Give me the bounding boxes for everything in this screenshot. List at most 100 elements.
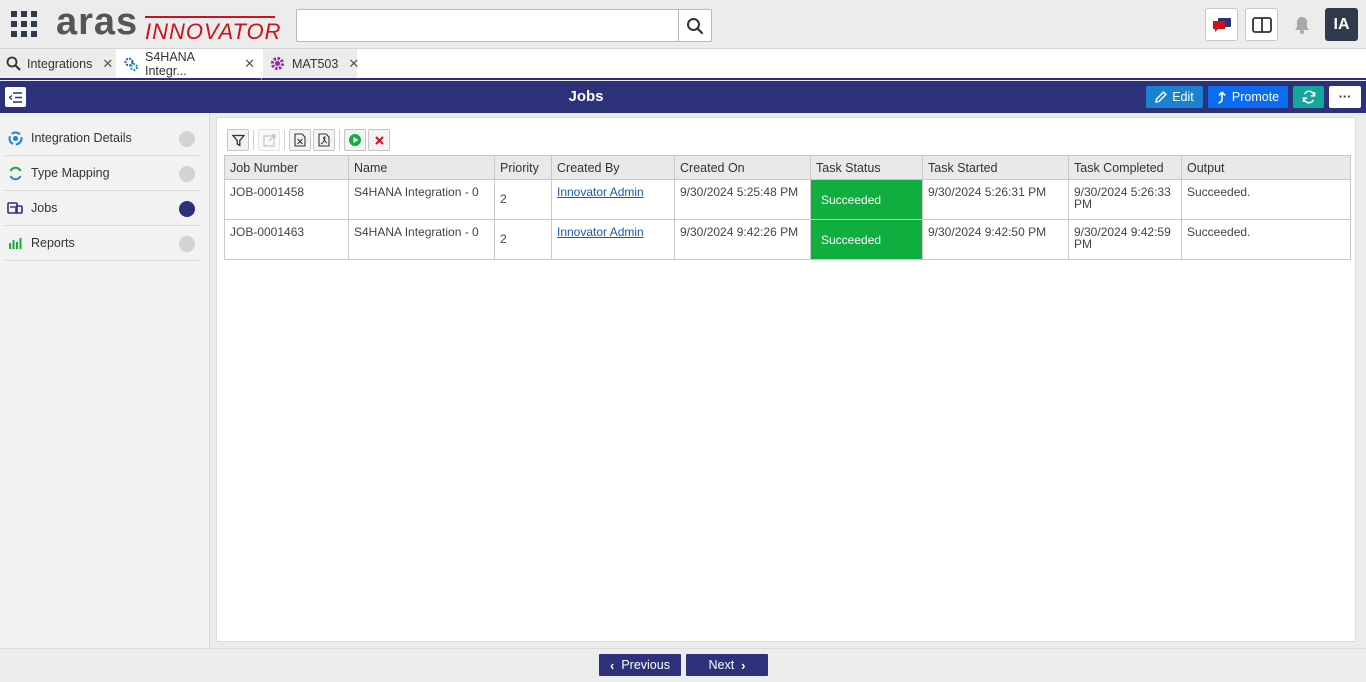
sidebar-item-label: Type Mapping [31,166,110,180]
pdf-file-icon [318,133,330,147]
close-icon[interactable]: ✕ [348,56,359,72]
sidebar-item-integration-details[interactable]: Integration Details [5,121,199,156]
close-icon [374,135,384,145]
edit-button[interactable]: Edit [1146,86,1203,108]
sync-circle-icon [9,166,21,180]
status-dot [179,201,195,217]
column-header[interactable]: Task Started [922,155,1069,180]
priority-cell: 2 [494,219,552,260]
pencil-icon [1155,91,1168,103]
chevron-left-icon: ‹ [610,657,615,673]
global-search-input[interactable] [296,9,680,42]
grid-toolbar [227,128,392,152]
table-header-row: Job Number Name Priority Created By Crea… [224,155,1351,180]
refresh-button[interactable] [1293,86,1324,108]
sidebar-item-type-mapping[interactable]: Type Mapping [5,156,199,191]
priority-cell: 2 [494,179,552,220]
promote-button[interactable]: Promote [1208,86,1288,108]
name-cell: S4HANA Integration - 0 [348,179,495,220]
previous-button[interactable]: ‹ Previous [599,654,681,676]
promote-arrow-icon [1218,90,1226,104]
cycle-icon [8,131,22,145]
task-started-cell: 9/30/2024 5:26:31 PM [922,179,1069,220]
run-job-button[interactable] [344,129,366,151]
edit-label: Edit [1172,90,1194,104]
relationship-grid-panel: Job Number Name Priority Created By Crea… [216,117,1356,642]
column-header[interactable]: Output [1181,155,1351,180]
logo-innovator-text: INNOVATOR [145,19,282,44]
status-dot [179,166,195,182]
sidebar-item-label: Jobs [31,201,58,215]
bar-chart-icon [9,238,22,249]
tab-integrations[interactable]: Integrations ✕ [0,49,117,78]
export-pdf-button[interactable] [313,129,335,151]
column-header[interactable]: Job Number [224,155,349,180]
gear-icon [270,56,285,71]
filter-button[interactable] [227,129,249,151]
jobs-table: Job Number Name Priority Created By Crea… [224,155,1351,260]
user-avatar[interactable]: IA [1325,8,1358,41]
notifications-button[interactable] [1287,8,1317,41]
tab-label: MAT503 [292,56,339,71]
column-header[interactable]: Priority [494,155,552,180]
top-header: aras INNOVATOR IA [0,0,1366,49]
open-item-button[interactable] [258,129,280,151]
created-by-cell: Innovator Admin [551,219,675,260]
close-icon[interactable]: ✕ [102,56,113,72]
bell-icon [1295,16,1309,34]
open-external-icon [262,133,276,147]
column-header[interactable]: Task Status [810,155,923,180]
excel-file-icon [294,133,306,147]
jobs-icon [7,202,23,214]
job-number-cell: JOB-0001463 [224,219,349,260]
column-header[interactable]: Task Completed [1068,155,1182,180]
cancel-job-button[interactable] [368,129,390,151]
task-completed-cell: 9/30/2024 5:26:33 PM [1068,179,1182,220]
logo-aras-text: aras [56,1,139,43]
gears-icon [124,57,138,71]
search-icon [687,17,704,34]
sidebar-item-jobs[interactable]: Jobs [5,191,199,226]
tab-s4hana-integration[interactable]: S4HANA Integr... ✕ [117,49,262,80]
promote-label: Promote [1231,90,1280,104]
created-by-link[interactable]: Innovator Admin [557,185,644,199]
app-launcher-grid-icon[interactable] [11,11,37,37]
page-title: Jobs [568,88,604,105]
refresh-icon [1302,90,1315,104]
previous-label: Previous [621,658,670,672]
search-button[interactable] [678,9,712,42]
table-row[interactable]: JOB-0001458 S4HANA Integration - 0 2 Inn… [224,179,1351,220]
sidebar-item-reports[interactable]: Reports [5,226,199,261]
table-row[interactable]: JOB-0001463 S4HANA Integration - 0 2 Inn… [224,219,1351,260]
column-header[interactable]: Created By [551,155,675,180]
status-dot [179,236,195,252]
status-dot [179,131,195,147]
sidebar-item-label: Integration Details [31,131,132,145]
column-header[interactable]: Created On [674,155,811,180]
more-actions-button[interactable]: ··· [1329,86,1361,108]
sidebar-item-label: Reports [31,236,75,250]
next-button[interactable]: Next › [686,654,768,676]
tab-label: S4HANA Integr... [145,49,195,78]
aras-innovator-logo: aras INNOVATOR [56,1,282,44]
task-status-cell: Succeeded [810,219,923,260]
task-completed-cell: 9/30/2024 9:42:59 PM [1068,219,1182,260]
created-by-link[interactable]: Innovator Admin [557,225,644,239]
output-cell: Succeeded. [1181,179,1351,220]
chevron-right-icon: › [741,657,746,673]
relationships-sidebar: Integration Details Type Mapping Jobs Re… [0,113,210,648]
created-on-cell: 9/30/2024 5:25:48 PM [674,179,811,220]
tab-mat503[interactable]: MAT503 ✕ [263,49,359,78]
export-excel-button[interactable] [289,129,311,151]
job-number-cell: JOB-0001458 [224,179,349,220]
chat-button[interactable] [1205,8,1238,41]
close-icon[interactable]: ✕ [244,56,255,72]
task-started-cell: 9/30/2024 9:42:50 PM [922,219,1069,260]
item-title-bar: Jobs Edit Promote ··· [0,81,1366,113]
split-view-button[interactable] [1245,8,1278,41]
filter-icon [231,134,245,147]
task-status-cell: Succeeded [810,179,923,220]
play-icon [349,134,361,146]
column-header[interactable]: Name [348,155,495,180]
created-by-cell: Innovator Admin [551,179,675,220]
